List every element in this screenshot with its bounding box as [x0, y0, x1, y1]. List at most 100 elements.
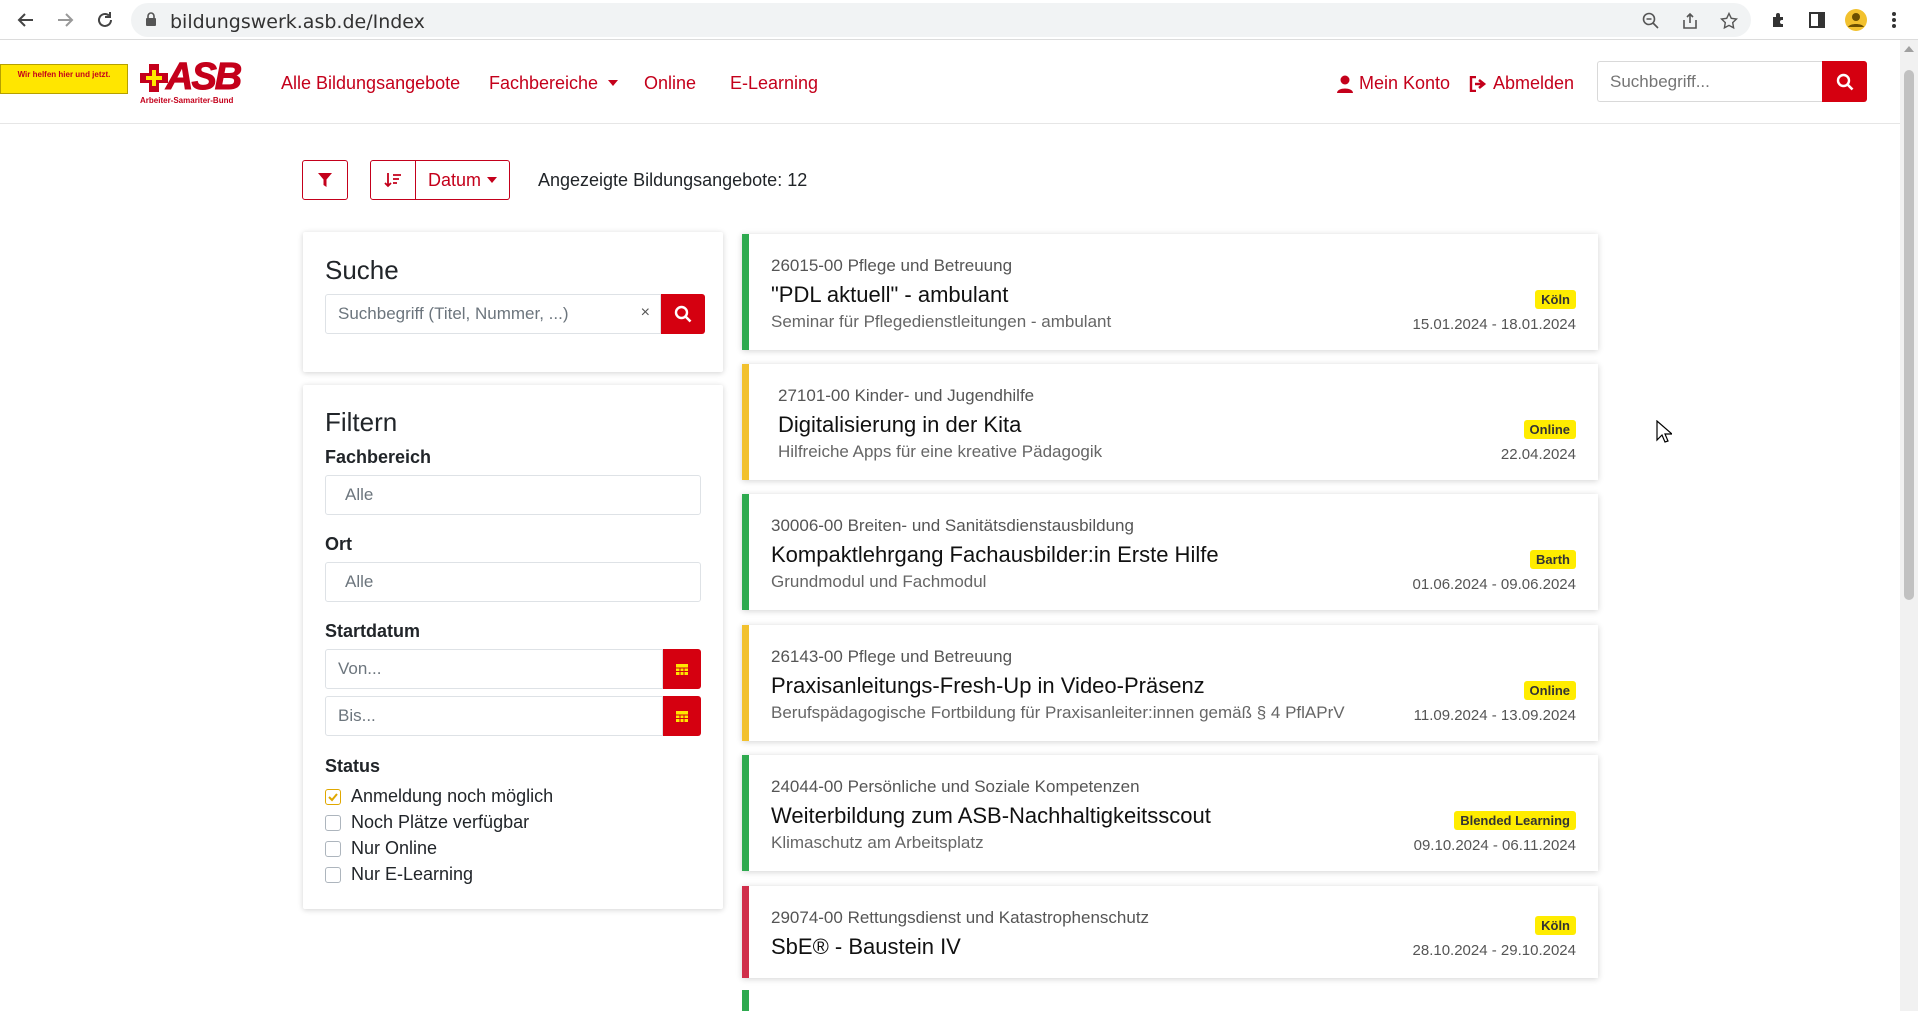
area-select-value: Alle	[345, 485, 374, 504]
zoom-icon[interactable]	[1639, 9, 1663, 33]
clear-search-icon[interactable]: ×	[641, 304, 650, 322]
caret-down-icon	[487, 177, 498, 183]
course-card-partial[interactable]	[742, 990, 1598, 1011]
date-from-picker-button[interactable]	[663, 649, 701, 689]
nav-areas-label: Fachbereiche	[489, 73, 599, 93]
calendar-icon	[676, 711, 688, 722]
my-account-link[interactable]: Mein Konto	[1337, 73, 1450, 94]
course-subtitle: Seminar für Pflegedienstleitungen - ambu…	[771, 312, 1112, 331]
share-icon[interactable]	[1678, 9, 1702, 33]
date-to-input[interactable]: Bis...	[325, 696, 663, 736]
course-subtitle: Hilfreiche Apps für eine kreative Pädago…	[778, 442, 1103, 461]
course-card[interactable]: 26143-00 Pflege und Betreuung Praxisanle…	[742, 625, 1598, 741]
date-from-input[interactable]: Von...	[325, 649, 663, 689]
location-badge: Barth	[1530, 550, 1576, 569]
nav-areas[interactable]: Fachbereiche	[489, 73, 619, 94]
extensions-icon[interactable]	[1765, 6, 1793, 34]
result-count: Angezeigte Bildungsangebote: 12	[538, 170, 808, 190]
browser-toolbar: bildungswerk.asb.de/Index	[0, 0, 1918, 40]
sidebar-search-input[interactable]: Suchbegriff (Titel, Nummer, ...) ×	[325, 294, 661, 334]
bookmark-star-icon[interactable]	[1717, 9, 1741, 33]
course-date: 01.06.2024 - 09.06.2024	[1412, 576, 1576, 593]
location-badge: Online	[1523, 681, 1576, 700]
browser-menu-icon[interactable]	[1880, 6, 1908, 34]
filter-heading: Filtern	[325, 407, 398, 437]
area-label: Fachbereich	[325, 447, 432, 467]
profile-avatar-icon[interactable]	[1842, 6, 1870, 34]
scroll-up-arrow-icon[interactable]	[1904, 46, 1914, 52]
side-panel-icon[interactable]	[1803, 6, 1831, 34]
course-card[interactable]: 24044-00 Persönliche und Soziale Kompete…	[742, 755, 1598, 871]
place-select[interactable]: Alle	[325, 562, 701, 602]
url-text: bildungswerk.asb.de/Index	[170, 11, 425, 33]
course-subtitle: Grundmodul und Fachmodul	[771, 572, 987, 591]
logout-link[interactable]: Abmelden	[1469, 73, 1574, 94]
status-option-online-only[interactable]: Nur Online	[325, 838, 437, 859]
my-account-label: Mein Konto	[1359, 73, 1451, 93]
status-option-places-available[interactable]: Noch Plätze verfügbar	[325, 812, 529, 833]
checkbox-unchecked[interactable]	[325, 840, 341, 857]
date-to-picker-button[interactable]	[663, 696, 701, 736]
header-search-button[interactable]	[1822, 61, 1867, 102]
header-search-input[interactable]	[1597, 61, 1822, 102]
checkbox-unchecked[interactable]	[325, 814, 341, 831]
date-to-placeholder: Bis...	[338, 706, 376, 725]
logo-tagline[interactable]: Wir helfen hier und jetzt.	[0, 64, 128, 94]
back-icon[interactable]	[12, 6, 40, 34]
course-card[interactable]: 26015-00 Pflege und Betreuung "PDL aktue…	[742, 234, 1598, 350]
filter-card: Filtern Fachbereich Alle Ort Alle Startd…	[303, 385, 723, 909]
status-option-elearning-only[interactable]: Nur E-Learning	[325, 864, 473, 885]
reload-icon[interactable]	[91, 6, 119, 34]
place-label: Ort	[325, 534, 352, 554]
place-select-value: Alle	[345, 572, 374, 591]
course-number: 27101-00 Kinder- und Jugendhilfe	[778, 386, 1035, 405]
calendar-icon	[676, 664, 688, 675]
search-icon	[1836, 73, 1853, 90]
forward-icon[interactable]	[51, 6, 79, 34]
nav-all-offers[interactable]: Alle Bildungsangebote	[281, 73, 460, 94]
page-scrollbar[interactable]	[1900, 40, 1918, 1011]
course-date: 28.10.2024 - 29.10.2024	[1412, 942, 1576, 959]
course-number: 30006-00 Breiten- und Sanitätsdienstausb…	[771, 516, 1134, 535]
sidebar-search-button[interactable]	[661, 294, 705, 334]
asb-logo[interactable]: ASB Arbeiter-Samariter-Bund	[138, 56, 246, 106]
logo-subtitle: Arbeiter-Samariter-Bund	[140, 96, 234, 105]
checkbox-checked[interactable]	[325, 788, 341, 805]
sort-control: Datum	[370, 160, 511, 200]
address-bar[interactable]: bildungswerk.asb.de/Index	[131, 3, 1751, 37]
course-number: 29074-00 Rettungsdienst und Katastrophen…	[771, 908, 1150, 927]
course-number: 24044-00 Persönliche und Soziale Kompete…	[771, 777, 1140, 796]
course-title[interactable]: Praxisanleitungs-Fresh-Up in Video-Präse…	[771, 673, 1205, 699]
location-badge: Köln	[1535, 290, 1576, 309]
nav-elearning[interactable]: E-Learning	[730, 73, 818, 94]
scrollbar-thumb[interactable]	[1904, 70, 1914, 600]
course-card[interactable]: 30006-00 Breiten- und Sanitätsdienstausb…	[742, 494, 1598, 610]
course-title[interactable]: "PDL aktuell" - ambulant	[771, 282, 1008, 308]
course-date: 22.04.2024	[1500, 446, 1576, 463]
sort-field-label: Datum	[428, 169, 482, 190]
course-title[interactable]: Digitalisierung in der Kita	[778, 412, 1021, 438]
sort-descending-icon	[384, 173, 401, 188]
search-heading: Suche	[325, 255, 399, 285]
filter-toggle-button[interactable]	[302, 160, 348, 200]
start-date-label: Startdatum	[325, 621, 421, 641]
course-title[interactable]: Weiterbildung zum ASB-Nachhaltigkeitssco…	[771, 803, 1211, 829]
course-title[interactable]: Kompaktlehrgang Fachausbilder:in Erste H…	[771, 542, 1219, 568]
area-select[interactable]: Alle	[325, 475, 701, 515]
course-date: 09.10.2024 - 06.11.2024	[1413, 837, 1576, 854]
course-card[interactable]: 29074-00 Rettungsdienst und Katastrophen…	[742, 886, 1598, 978]
course-subtitle: Klimaschutz am Arbeitsplatz	[771, 833, 984, 852]
course-card[interactable]: 27101-00 Kinder- und Jugendhilfe Digital…	[742, 364, 1598, 480]
sidebar-search-placeholder: Suchbegriff (Titel, Nummer, ...)	[338, 304, 569, 323]
nav-online[interactable]: Online	[644, 73, 696, 94]
sort-direction-button[interactable]	[371, 161, 416, 199]
logout-label: Abmelden	[1493, 73, 1575, 93]
status-option-registration-open[interactable]: Anmeldung noch möglich	[325, 786, 553, 807]
sort-field-dropdown[interactable]: Datum	[416, 161, 509, 199]
status-option-label: Anmeldung noch möglich	[351, 786, 554, 806]
course-date: 15.01.2024 - 18.01.2024	[1412, 316, 1576, 333]
course-title[interactable]: SbE® - Baustein IV	[771, 934, 961, 960]
checkbox-unchecked[interactable]	[325, 866, 341, 883]
course-subtitle: Berufspädagogische Fortbildung für Praxi…	[771, 703, 1345, 722]
status-label: Status	[325, 756, 381, 776]
